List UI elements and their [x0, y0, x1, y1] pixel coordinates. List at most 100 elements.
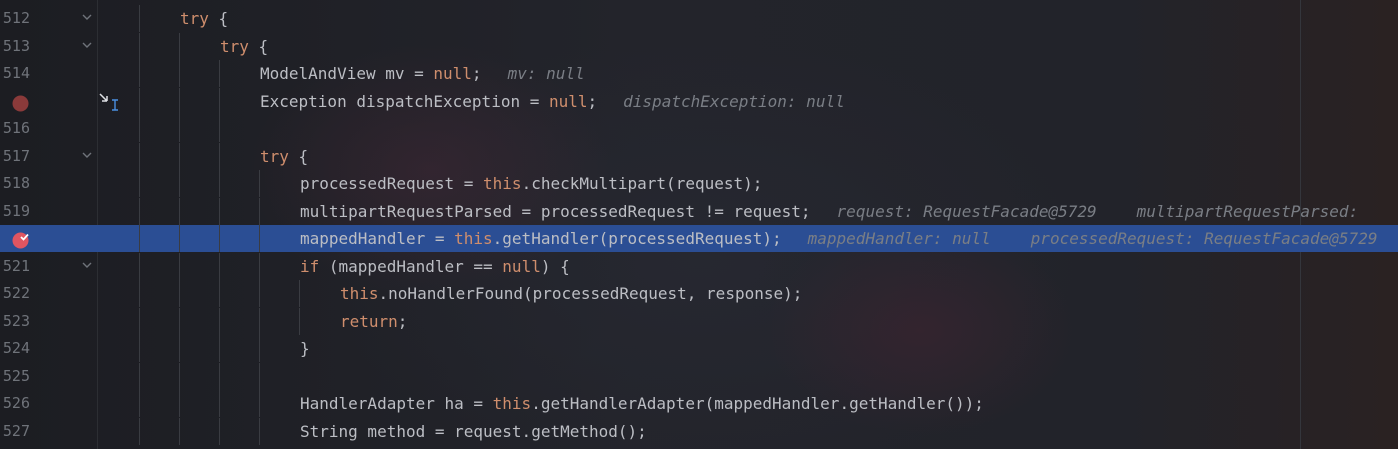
step-into-cursor-icon — [98, 92, 120, 112]
line-number[interactable]: 527 — [0, 418, 30, 445]
code-line[interactable]: 526 HandlerAdapter ha = this.getHandlerAd… — [0, 390, 1398, 417]
line-number[interactable]: 513 — [0, 33, 30, 60]
code-text[interactable]: if (mappedHandler == null) { — [300, 253, 570, 280]
line-number[interactable]: 523 — [0, 308, 30, 335]
line-number[interactable]: 525 — [0, 363, 30, 390]
code-line[interactable]: 523 return; — [0, 307, 1398, 335]
indent-guide — [219, 170, 220, 197]
code-token: mappedHandler = — [300, 229, 455, 248]
code-text[interactable]: try { — [220, 33, 268, 60]
line-number[interactable]: 512 — [0, 5, 30, 32]
indent-guide — [139, 170, 140, 197]
code-text[interactable]: } — [300, 335, 310, 362]
inline-debug-value-hint[interactable]: mappedHandler: null — [808, 229, 991, 248]
code-line[interactable]: 518 processedRequest = this.checkMultipar… — [0, 170, 1398, 197]
inline-debug-value-hint[interactable]: request: RequestFacade@5729 — [837, 202, 1097, 221]
indent-guide — [259, 225, 260, 252]
chevron-down-icon[interactable] — [82, 152, 92, 159]
indent-guide — [179, 225, 180, 252]
code-text[interactable]: return; — [340, 308, 407, 335]
code-text[interactable]: ModelAndView mv = null; mv: null — [260, 60, 585, 87]
code-token: (mappedHandler == — [319, 256, 503, 276]
code-token: String method = request.getMethod(); — [300, 421, 647, 441]
chevron-down-icon[interactable] — [82, 262, 92, 269]
breakpoint-icon[interactable] — [12, 230, 29, 249]
code-text[interactable]: try { — [180, 5, 228, 32]
indent-guide — [179, 335, 180, 362]
indent-guide — [219, 60, 220, 87]
inline-debug-value-hint[interactable]: dispatchException: null — [623, 92, 845, 111]
code-token: } — [300, 339, 310, 358]
keyword-token: null — [548, 91, 588, 111]
keyword-token: try — [220, 36, 249, 56]
code-token: multipartRequestParsed = processedReques… — [300, 201, 811, 221]
inline-debug-value-hint[interactable]: mv: null — [508, 64, 585, 83]
code-text[interactable]: try { — [260, 143, 308, 170]
indent-guide — [139, 225, 140, 252]
code-line[interactable]: 522 this.noHandlerFound(processedRequest,… — [0, 280, 1398, 307]
code-line[interactable]: 521 if (mappedHandler == null) { — [0, 252, 1398, 280]
indent-guide — [139, 197, 140, 225]
code-line[interactable]: mappedHandler = this.getHandler(processe… — [0, 225, 1398, 252]
line-number[interactable]: 526 — [0, 390, 30, 417]
code-text[interactable]: mappedHandler = this.getHandler(processe… — [300, 225, 1377, 252]
chevron-down-icon[interactable] — [82, 14, 92, 21]
code-line[interactable]: 512 try { — [0, 5, 1398, 32]
code-token: Exception dispatchException = — [260, 91, 549, 111]
code-text[interactable]: String method = request.getMethod(); — [300, 418, 647, 445]
inline-debug-value-hint[interactable]: multipartRequestParsed: — [1137, 202, 1359, 221]
indent-guide — [139, 390, 140, 417]
indent-guide — [259, 197, 260, 225]
indent-guide — [139, 252, 140, 280]
code-token: .noHandlerFound(processedRequest, respon… — [378, 284, 803, 303]
code-line[interactable]: 527 String method = request.getMethod(); — [0, 417, 1398, 445]
code-text[interactable]: Exception dispatchException = null; dispa… — [260, 88, 845, 115]
code-text[interactable]: HandlerAdapter ha = this.getHandlerAdapt… — [300, 390, 984, 417]
indent-guide — [219, 335, 220, 362]
code-text[interactable]: this.noHandlerFound(processedRequest, re… — [340, 280, 802, 307]
indent-guide — [219, 87, 220, 115]
indent-guide — [259, 280, 260, 307]
code-text[interactable]: multipartRequestParsed = processedReques… — [300, 198, 1358, 225]
indent-guide — [179, 170, 180, 197]
code-token: ; — [471, 64, 482, 83]
indent-guide — [259, 390, 260, 417]
indent-guide — [219, 252, 220, 280]
indent-guide — [139, 307, 140, 335]
indent-guide — [179, 197, 180, 225]
line-number[interactable]: 522 — [0, 280, 30, 307]
code-token: ModelAndView mv = — [260, 64, 434, 83]
code-line[interactable]: 519 multipartRequestParsed = processedReq… — [0, 197, 1398, 225]
indent-guide — [139, 362, 140, 390]
code-line[interactable]: Exception dispatchException = null; dispa… — [0, 87, 1398, 115]
code-line[interactable]: 524} — [0, 335, 1398, 362]
indent-guide — [179, 87, 180, 115]
indent-guide — [179, 32, 180, 60]
code-token: { — [288, 146, 309, 166]
breakpoint-icon[interactable] — [12, 93, 29, 111]
line-number[interactable]: 518 — [0, 170, 30, 197]
indent-guide — [219, 197, 220, 225]
inline-debug-value-hint[interactable]: processedRequest: RequestFacade@5729 — [1031, 229, 1378, 248]
keyword-token: null — [433, 64, 472, 83]
line-number[interactable]: 524 — [0, 335, 30, 362]
line-number[interactable]: 516 — [0, 115, 30, 142]
line-number[interactable]: 517 — [0, 143, 30, 170]
keyword-token: this — [454, 229, 493, 248]
line-number[interactable]: 514 — [0, 60, 30, 87]
line-number[interactable]: 519 — [0, 198, 30, 225]
chevron-down-icon[interactable] — [82, 42, 92, 49]
code-text[interactable]: processedRequest = this.checkMultipart(r… — [300, 170, 762, 197]
code-line[interactable]: 514 ModelAndView mv = null; mv: null — [0, 60, 1398, 87]
indent-guide — [179, 307, 180, 335]
code-line[interactable]: 525 — [0, 362, 1398, 390]
code-line[interactable]: 517 try { — [0, 142, 1398, 170]
line-number[interactable]: 521 — [0, 253, 30, 280]
indent-guide — [179, 142, 180, 170]
code-line[interactable]: 513 try { — [0, 32, 1398, 60]
keyword-token: null — [502, 256, 541, 276]
indent-guide — [139, 280, 140, 307]
indent-guide — [139, 60, 140, 87]
code-line[interactable]: 516 — [0, 115, 1398, 142]
code-token: .getHandlerAdapter(mappedHandler.getHand… — [531, 394, 984, 413]
